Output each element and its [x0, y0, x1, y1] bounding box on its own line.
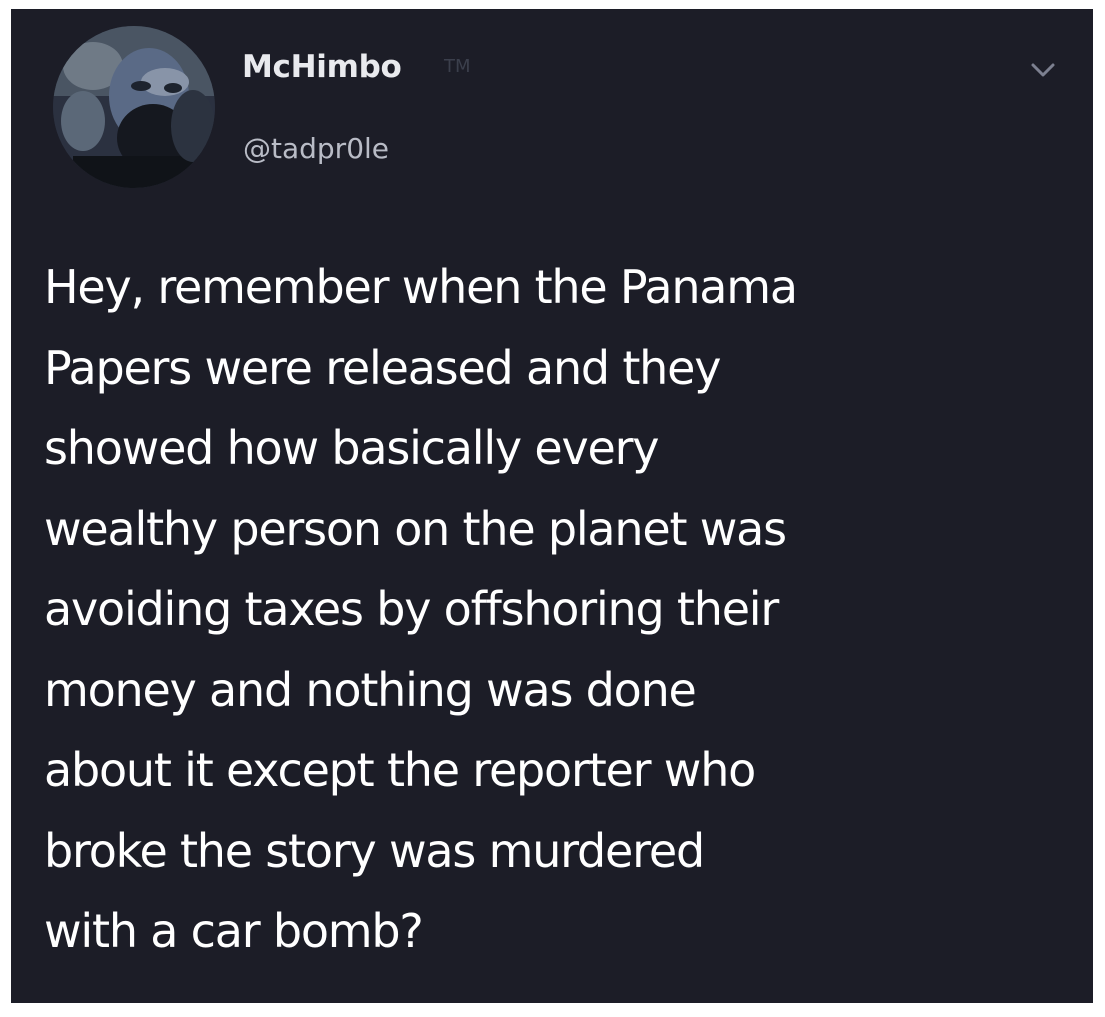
trademark-badge: TM: [444, 56, 471, 77]
tweet-text-line: showed how basically every: [44, 421, 660, 475]
tweet-text-line: Papers were released and they: [44, 340, 721, 395]
author-handle[interactable]: @tadpr0le: [243, 132, 389, 165]
tweet-text-line: wealthy person on the planet was: [44, 501, 787, 556]
tweet-text-line: about it except the reporter who: [44, 743, 756, 797]
tweet-text-line: money and nothing was done: [44, 662, 697, 717]
avatar-photo: [53, 26, 215, 188]
author-avatar[interactable]: [53, 26, 215, 188]
tweet-text-line: with a car bomb?: [44, 904, 424, 958]
chevron-down-icon[interactable]: [1028, 59, 1058, 81]
tweet-text: Hey, remember when the Panama Papers wer…: [44, 247, 1064, 972]
tweet-text-line: Hey, remember when the Panama: [44, 260, 798, 314]
tweet-text-line: broke the story was murdered: [44, 823, 705, 878]
tweet-text-line: avoiding taxes by offshoring their: [44, 582, 779, 636]
tweet-card: McHimbo TM @tadpr0le Hey, remember when …: [11, 9, 1093, 1003]
author-display-name[interactable]: McHimbo: [242, 49, 402, 85]
